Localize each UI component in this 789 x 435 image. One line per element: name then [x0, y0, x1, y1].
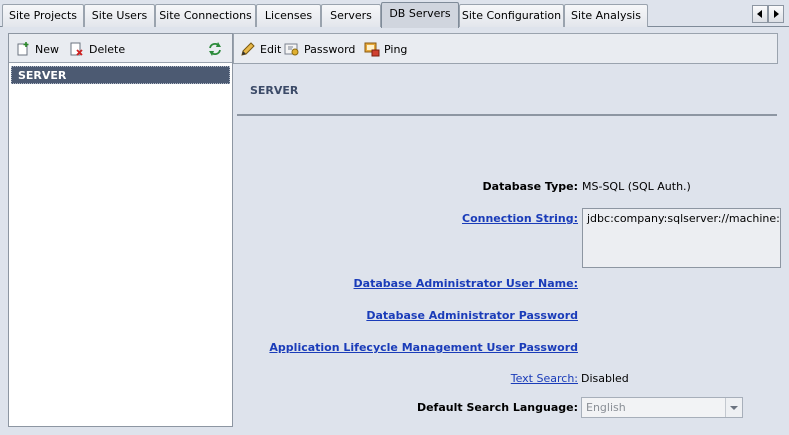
tab-servers[interactable]: Servers: [321, 4, 381, 27]
tab-site-users[interactable]: Site Users: [84, 4, 155, 27]
alm-user-password-link[interactable]: Application Lifecycle Management User Pa…: [269, 341, 578, 354]
arrow-right-icon: [774, 10, 779, 18]
new-label: New: [35, 42, 59, 56]
password-button[interactable]: Password: [284, 40, 355, 58]
text-search-value: Disabled: [581, 372, 629, 385]
edit-button[interactable]: Edit: [240, 40, 281, 58]
server-list-panel: New Delete SERVER: [8, 33, 233, 427]
details-title: SERVER: [250, 84, 299, 97]
ping-label: Ping: [384, 42, 408, 56]
tab-site-projects[interactable]: Site Projects: [2, 4, 84, 27]
tab-site-connections[interactable]: Site Connections: [155, 4, 256, 27]
pencil-icon: [240, 41, 256, 57]
tab-scroll-right-button[interactable]: [768, 5, 784, 23]
edit-label: Edit: [260, 42, 282, 56]
key-icon: [284, 41, 300, 57]
database-type-value: MS-SQL (SQL Auth.): [582, 180, 691, 193]
new-icon: [15, 41, 31, 57]
chevron-down-icon[interactable]: [725, 398, 742, 417]
delete-button[interactable]: Delete: [69, 40, 125, 58]
delete-icon: [69, 41, 85, 57]
db-admin-password-link[interactable]: Database Administrator Password: [366, 309, 578, 322]
tab-site-analysis[interactable]: Site Analysis: [564, 4, 648, 27]
search-language-value: English: [586, 401, 626, 414]
ping-button[interactable]: Ping: [364, 40, 407, 58]
tab-bar: Site Projects Site Users Site Connection…: [0, 0, 789, 29]
connection-string-link[interactable]: Connection String:: [462, 212, 578, 225]
password-label: Password: [304, 42, 356, 56]
refresh-button[interactable]: [207, 40, 223, 58]
server-list: SERVER: [11, 66, 230, 424]
tab-licenses[interactable]: Licenses: [256, 4, 321, 27]
default-search-language-label: Default Search Language:: [416, 401, 578, 414]
search-language-select[interactable]: English: [581, 397, 743, 418]
connection-string-field[interactable]: jdbc:company:sqlserver://machine:1433: [582, 208, 781, 268]
db-admin-user-name-link[interactable]: Database Administrator User Name:: [354, 277, 578, 290]
database-type-label: Database Type:: [482, 180, 578, 193]
server-list-item-selected[interactable]: SERVER: [11, 66, 230, 84]
tab-db-servers[interactable]: DB Servers: [381, 2, 459, 28]
new-button[interactable]: New: [15, 40, 59, 58]
tab-site-configuration[interactable]: Site Configuration: [459, 4, 564, 27]
server-list-toolbar: New Delete: [9, 34, 232, 63]
details-toolbar: Edit Password Ping: [233, 33, 778, 64]
text-search-link[interactable]: Text Search:: [511, 372, 578, 385]
refresh-icon: [207, 41, 223, 57]
details-divider: [237, 114, 777, 116]
ping-icon: [364, 41, 380, 57]
tab-scroll-left-button[interactable]: [752, 5, 768, 23]
arrow-left-icon: [757, 10, 762, 18]
delete-label: Delete: [89, 42, 126, 56]
